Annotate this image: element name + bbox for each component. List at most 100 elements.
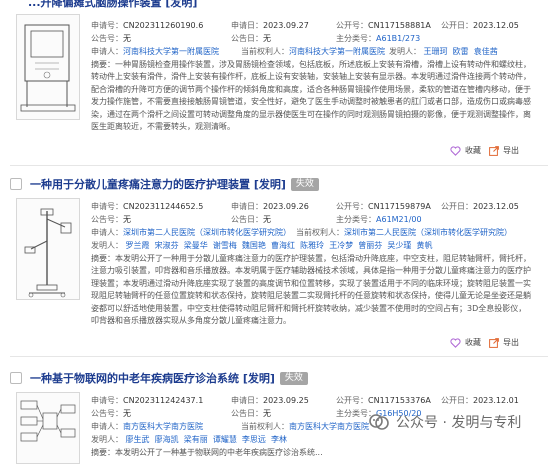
app-date: 2023.09.26 xyxy=(263,202,309,211)
announce-no-label: 公告号： xyxy=(91,34,123,43)
status-badge: 失效 xyxy=(290,177,319,191)
inventor-label: 发明人： xyxy=(91,241,123,250)
holder-link[interactable]: 河南科技大学第一附属医院 xyxy=(289,47,385,56)
announce-no: 无 xyxy=(123,215,131,224)
inventor-link[interactable]: 廖生武 xyxy=(126,435,150,444)
favorite-button[interactable]: 收藏 xyxy=(450,337,481,348)
pub-date-label: 公开日： xyxy=(441,21,473,30)
inventor-link[interactable]: 谢雪梅 xyxy=(213,241,237,250)
inventor-link[interactable]: 王珊珂 xyxy=(424,47,448,56)
inventor-label: 发明人： xyxy=(91,435,123,444)
app-no-label: 申请号： xyxy=(91,396,123,405)
record-title-row: ...升降偏瘫式脑肠操作装置 [发明] xyxy=(10,0,197,10)
record-title-link[interactable]: ...升降偏瘫式脑肠操作装置 [发明] xyxy=(28,0,197,10)
watermark: 公众号 · 发明与专利 xyxy=(368,412,521,432)
inventor-link[interactable]: 欧雷 xyxy=(453,47,469,56)
inventor-link[interactable]: 梁曼华 xyxy=(184,241,208,250)
app-no: CN202311242437.1 xyxy=(123,396,204,405)
app-date: 2023.09.25 xyxy=(263,396,309,405)
record-divider xyxy=(10,356,548,357)
holder-link[interactable]: 南方医科大学南方医院 xyxy=(289,422,369,431)
app-date-label: 申请日： xyxy=(231,396,263,405)
inventor-link[interactable]: 吴少瑾 xyxy=(387,241,411,250)
pub-no-label: 公开号： xyxy=(336,396,368,405)
export-label: 导出 xyxy=(503,338,519,347)
inventor-link[interactable]: 王冷梦 xyxy=(329,241,353,250)
announce-date-label: 公告日： xyxy=(231,409,263,418)
select-checkbox[interactable] xyxy=(10,178,22,190)
ipc-link[interactable]: A61B1/273 xyxy=(376,34,420,43)
favorite-button[interactable]: 收藏 xyxy=(450,145,481,156)
pub-date: 2023.12.05 xyxy=(473,202,519,211)
status-badge: 失效 xyxy=(279,371,308,385)
abstract-label: 摘要： xyxy=(91,60,115,69)
patent-drawing xyxy=(20,24,76,112)
inventor-link[interactable]: 宋淑芬 xyxy=(155,241,179,250)
patent-drawing-thumbnail[interactable] xyxy=(16,198,80,300)
app-no-label: 申请号： xyxy=(91,202,123,211)
pub-no-label: 公开号： xyxy=(336,21,368,30)
app-date: 2023.09.27 xyxy=(263,21,309,30)
inventor-list: 罗兰霞 宋淑芬 梁曼华 谢雪梅 魏国艳 曹海红 陈雅玲 王冷梦 曾丽芬 吴少瑾 … xyxy=(123,241,433,250)
applicant-label: 申请人： xyxy=(91,422,123,431)
heart-icon xyxy=(450,337,461,348)
inventor-link[interactable]: 黄帆 xyxy=(416,241,432,250)
record-title-link[interactable]: 一种用于分散儿童疼痛注意力的医疗护理装置 [发明] xyxy=(30,176,286,192)
watermark-text: 公众号 · 发明与专利 xyxy=(396,415,522,431)
announce-no-label: 公告号： xyxy=(91,409,123,418)
pub-no: CN117153376A xyxy=(368,396,431,405)
export-icon xyxy=(489,145,499,156)
inventor-list: 廖生武 廖海凯 梁有丽 谭耀慧 李思远 李林 xyxy=(123,435,287,444)
pub-date-label: 公开日： xyxy=(441,202,473,211)
inventor-link[interactable]: 魏国艳 xyxy=(242,241,266,250)
inventor-link[interactable]: 陈雅玲 xyxy=(300,241,324,250)
ipc-link[interactable]: A61M21/00 xyxy=(376,215,422,224)
export-button[interactable]: 导出 xyxy=(489,145,519,156)
inventor-link[interactable]: 谭耀慧 xyxy=(213,435,237,444)
pub-no-label: 公开号： xyxy=(336,202,368,211)
patent-drawing xyxy=(24,208,72,298)
inventor-list: 王珊珂 欧雷 袁佳茜 xyxy=(421,47,498,56)
inventor-link[interactable]: 梁有丽 xyxy=(184,435,208,444)
export-button[interactable]: 导出 xyxy=(489,337,519,348)
record-divider xyxy=(10,165,548,166)
abstract-text: 摘要：本发明公开了一种用于分散儿童疼痛注意力的医疗护理装置，包括滑动升降底座，中… xyxy=(91,253,531,328)
holder-label: 当前权利人： xyxy=(241,47,289,56)
app-date-label: 申请日： xyxy=(231,202,263,211)
inventor-link[interactable]: 罗兰霞 xyxy=(126,241,150,250)
app-no-label: 申请号： xyxy=(91,21,123,30)
app-no: CN202311244652.5 xyxy=(123,202,204,211)
applicant-link[interactable]: 南方医科大学南方医院 xyxy=(123,422,203,431)
patent-drawing-thumbnail[interactable] xyxy=(16,392,80,464)
inventor-link[interactable]: 李思远 xyxy=(242,435,266,444)
applicant-link[interactable]: 河南科技大学第一附属医院 xyxy=(123,47,219,56)
export-icon xyxy=(489,337,499,348)
inventor-link[interactable]: 曾丽芬 xyxy=(358,241,382,250)
record-title-link[interactable]: 一种基于物联网的中老年疾病医疗诊治系统 [发明] xyxy=(30,370,275,386)
announce-no: 无 xyxy=(123,409,131,418)
pub-date: 2023.12.01 xyxy=(473,396,519,405)
holder-link[interactable]: 深圳市第二人民医院（深圳市转化医学研究院） xyxy=(344,228,512,237)
abstract-body: 一种胃肠镜检查用操作装置，涉及胃肠镜检查领域，包括底板，所述底板上安装有滑槽，滑… xyxy=(91,60,531,132)
inventor-link[interactable]: 袁佳茜 xyxy=(474,47,498,56)
announce-date-label: 公告日： xyxy=(231,34,263,43)
holder-label: 当前权利人： xyxy=(296,228,344,237)
inventor-label: 发明人： xyxy=(389,47,421,56)
record-title-row: 一种用于分散儿童疼痛注意力的医疗护理装置 [发明] 失效 xyxy=(10,176,319,192)
applicant-label: 申请人： xyxy=(91,47,123,56)
holder-label: 当前权利人： xyxy=(241,422,289,431)
inventor-link[interactable]: 曹海红 xyxy=(271,241,295,250)
abstract-label: 摘要： xyxy=(91,254,115,263)
export-label: 导出 xyxy=(503,146,519,155)
pub-no: CN117159879A xyxy=(368,202,431,211)
inventor-link[interactable]: 廖海凯 xyxy=(155,435,179,444)
inventor-link[interactable]: 李林 xyxy=(271,435,287,444)
announce-date: 无 xyxy=(263,34,271,43)
applicant-link[interactable]: 深圳市第二人民医院（深圳市转化医学研究院） xyxy=(123,228,291,237)
favorite-label: 收藏 xyxy=(465,146,481,155)
pub-no: CN117158881A xyxy=(368,21,431,30)
patent-drawing-thumbnail[interactable] xyxy=(16,14,80,120)
announce-date-label: 公告日： xyxy=(231,215,263,224)
favorite-label: 收藏 xyxy=(465,338,481,347)
select-checkbox[interactable] xyxy=(10,372,22,384)
